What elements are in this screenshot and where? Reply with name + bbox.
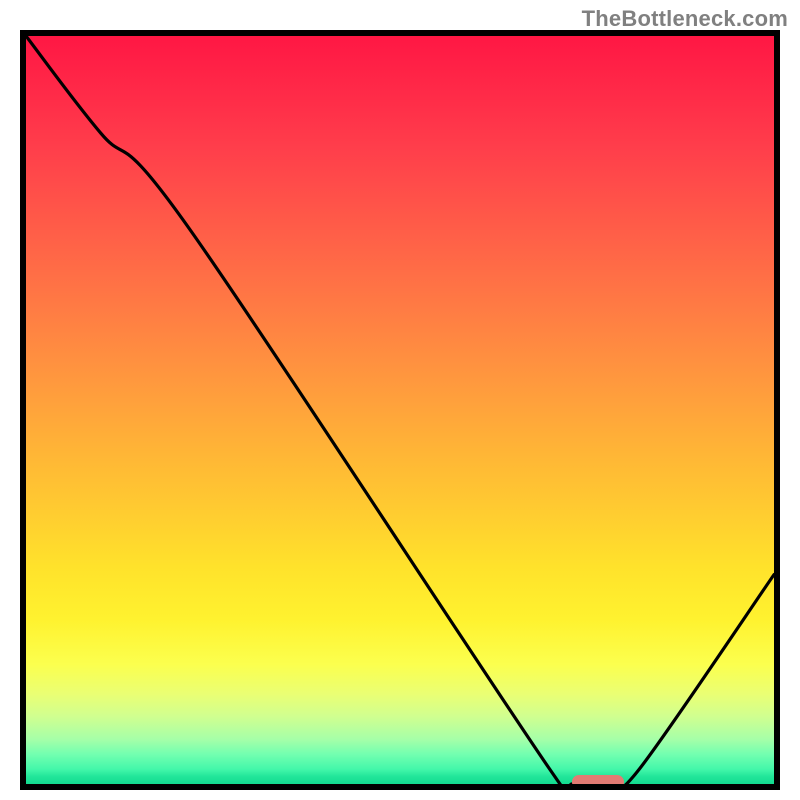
watermark-text: TheBottleneck.com: [582, 6, 788, 32]
bottleneck-curve: [26, 36, 774, 784]
plot-area: [20, 30, 780, 790]
optimal-range-marker: [572, 775, 624, 789]
chart-container: TheBottleneck.com: [0, 0, 800, 800]
